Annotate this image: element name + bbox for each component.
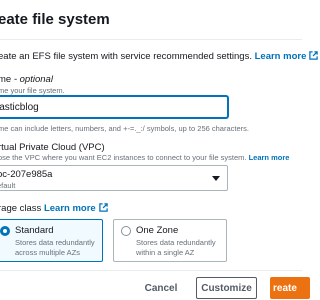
name-input-value: lasticblog — [0, 102, 39, 113]
name-optional-text: - optional — [11, 74, 53, 85]
external-link-icon — [98, 203, 108, 212]
customize-button[interactable]: Customize — [196, 277, 257, 299]
name-label: me - optional — [0, 74, 53, 85]
intro-description: eate an EFS file system with service rec… — [0, 51, 252, 62]
vpc-select-subtext: efault — [0, 181, 16, 190]
vpc-description-text: ose the VPC where you want EC2 instances… — [0, 153, 247, 162]
vpc-description: ose the VPC where you want EC2 instances… — [0, 153, 289, 162]
intro-text: eate an EFS file system with service rec… — [0, 51, 319, 62]
intro-learn-more-label: Learn more — [254, 51, 307, 62]
storage-class-label-text: rage class — [0, 203, 42, 214]
vpc-label: rtual Private Cloud (VPC) — [0, 142, 105, 153]
storage-class-learn-more-label: Learn more — [43, 203, 96, 214]
cancel-button[interactable]: Cancel — [141, 277, 181, 299]
name-label-text: me — [0, 74, 12, 85]
vpc-learn-more-link[interactable]: Learn more — [249, 153, 290, 162]
radio-icon[interactable] — [121, 226, 131, 236]
storage-class-learn-more-link[interactable]: Learn more — [44, 203, 108, 214]
standard-title: Standard — [15, 225, 54, 236]
name-constraint-text: me can include letters, numbers, and +-=… — [0, 124, 249, 133]
storage-class-label: rage class Learn more — [0, 203, 108, 214]
caret-down-icon — [212, 176, 220, 181]
name-description: me your file system. — [0, 86, 65, 95]
name-input[interactable]: lasticblog — [0, 96, 228, 118]
vpc-select-value: pc-207e985a — [0, 169, 53, 180]
one-zone-desc-line2: within a single AZ — [136, 248, 195, 257]
standard-desc-line2: across multiple AZs — [15, 248, 81, 257]
one-zone-desc-line1: Stores data redundantly — [136, 238, 216, 247]
standard-desc-line1: Stores data redundantly — [15, 238, 95, 247]
storage-option-standard[interactable]: Standard Stores data redundantly across … — [0, 219, 103, 262]
create-button[interactable]: reate — [270, 277, 310, 299]
intro-learn-more-link[interactable]: Learn more — [255, 51, 319, 62]
create-file-system-dialog: eate file system eate an EFS file system… — [0, 0, 319, 300]
dialog-title: eate file system — [0, 11, 110, 28]
radio-icon[interactable] — [0, 226, 10, 236]
storage-option-one-zone[interactable]: One Zone Stores data redundantly within … — [113, 219, 227, 262]
one-zone-title: One Zone — [136, 225, 179, 236]
dialog-header: eate file system — [0, 0, 302, 40]
external-link-icon — [309, 51, 319, 60]
vpc-select[interactable]: pc-207e985a efault — [0, 165, 228, 191]
